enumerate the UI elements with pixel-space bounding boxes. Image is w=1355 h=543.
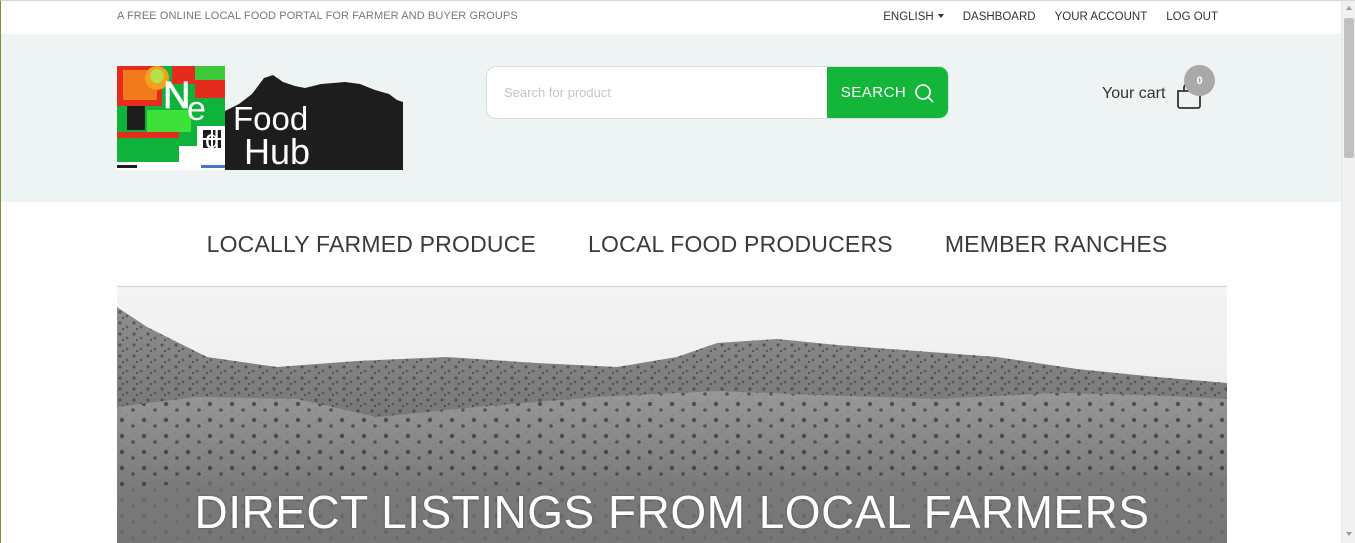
- search-button[interactable]: SEARCH: [827, 67, 948, 118]
- language-label: ENGLISH: [883, 11, 934, 23]
- logo-graphic: N e d Food Hub: [117, 66, 403, 172]
- cart-label: Your cart: [1102, 85, 1166, 102]
- site-logo[interactable]: N e d Food Hub: [117, 66, 403, 172]
- search-button-label: SEARCH: [840, 84, 907, 101]
- nav-item-locally-farmed-produce[interactable]: LOCALLY FARMED PRODUCE: [207, 231, 536, 258]
- search-input[interactable]: [487, 67, 827, 118]
- nav-item-local-food-producers[interactable]: LOCAL FOOD PRODUCERS: [588, 231, 893, 258]
- top-links: ENGLISH DASHBOARD YOUR ACCOUNT LOG OUT: [883, 11, 1218, 23]
- chevron-down-icon: [937, 14, 944, 18]
- scroll-up-arrow-icon[interactable]: [1346, 6, 1352, 10]
- site-header: N e d Food Hub SEARCH Your cart: [1, 34, 1341, 202]
- logo-letter-e: e: [187, 90, 206, 128]
- hero-banner: DIRECT LISTINGS FROM LOCAL FARMERS: [117, 287, 1227, 543]
- scroll-down-arrow-icon[interactable]: [1346, 532, 1352, 536]
- dashboard-link[interactable]: DASHBOARD: [963, 11, 1036, 23]
- hero-title: DIRECT LISTINGS FROM LOCAL FARMERS: [194, 486, 1150, 538]
- nav-item-member-ranches[interactable]: MEMBER RANCHES: [945, 231, 1168, 258]
- language-selector[interactable]: ENGLISH: [883, 11, 944, 23]
- scrollbar-thumb[interactable]: [1344, 18, 1354, 158]
- logo-letter-d: d: [205, 124, 219, 154]
- vertical-scrollbar[interactable]: [1341, 1, 1355, 543]
- page: A FREE ONLINE LOCAL FOOD PORTAL FOR FARM…: [0, 0, 1355, 543]
- cart-count-badge: 0: [1184, 65, 1215, 96]
- main-nav: LOCALLY FARMED PRODUCE LOCAL FOOD PRODUC…: [117, 202, 1227, 287]
- logo-text-hub: Hub: [244, 131, 310, 170]
- search-icon: [915, 83, 934, 102]
- your-account-link[interactable]: YOUR ACCOUNT: [1055, 11, 1148, 23]
- cart-widget[interactable]: Your cart 0: [1102, 65, 1222, 115]
- site-tagline: A FREE ONLINE LOCAL FOOD PORTAL FOR FARM…: [117, 10, 518, 22]
- search-bar: SEARCH: [486, 66, 949, 119]
- logout-link[interactable]: LOG OUT: [1166, 11, 1218, 23]
- top-bar: A FREE ONLINE LOCAL FOOD PORTAL FOR FARM…: [1, 1, 1341, 34]
